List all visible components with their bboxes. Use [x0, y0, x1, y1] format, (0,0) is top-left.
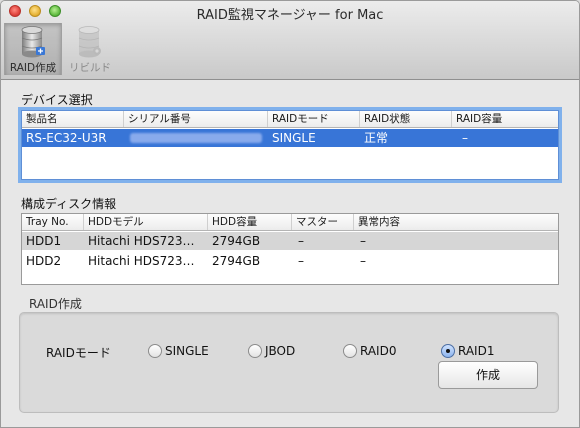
radio-single-label: SINGLE	[165, 344, 209, 358]
disk-section-title: 構成ディスク情報	[21, 197, 117, 211]
disk-capacity: 2794GB	[212, 254, 261, 268]
disk-model: Hitachi HDS723…	[88, 234, 195, 248]
disk-error: –	[360, 234, 366, 248]
disk-row[interactable]: HDD1 Hitachi HDS723… 2794GB – –	[22, 232, 558, 250]
device-status: 正常	[364, 131, 389, 145]
radio-jbod-label: JBOD	[265, 344, 296, 358]
raid-create-tool-button[interactable]: RAID作成	[4, 23, 62, 75]
disk-tray: HDD2	[26, 254, 62, 268]
col-master[interactable]: マスター	[292, 214, 354, 230]
serial-redaction	[130, 133, 262, 143]
radio-single-indicator[interactable]	[148, 344, 162, 358]
disk-table-header: Tray No. HDDモデル HDD容量 マスター 異常内容	[22, 214, 558, 231]
col-product-name[interactable]: 製品名	[22, 111, 124, 127]
col-hdd-model[interactable]: HDDモデル	[84, 214, 208, 230]
radio-raid0[interactable]: RAID0	[343, 342, 396, 360]
radio-single[interactable]: SINGLE	[148, 342, 209, 360]
raid-create-group: RAIDモード SINGLE JBOD RAID0 RAID1 作成	[19, 312, 559, 413]
col-serial[interactable]: シリアル番号	[124, 111, 268, 127]
disk-rebuild-icon	[78, 26, 101, 58]
device-mode: SINGLE	[272, 131, 316, 145]
rebuild-tool-label: リビルド	[69, 62, 111, 74]
radio-jbod[interactable]: JBOD	[248, 342, 295, 360]
device-row[interactable]: RS-EC32-U3R SINGLE 正常 –	[22, 129, 558, 147]
device-section-title: デバイス選択	[21, 93, 93, 107]
disk-row[interactable]: HDD2 Hitachi HDS723… 2794GB – –	[22, 252, 558, 270]
disk-table[interactable]: Tray No. HDDモデル HDD容量 マスター 異常内容 HDD1 Hit…	[21, 213, 559, 285]
raid-mode-label: RAIDモード	[46, 346, 111, 360]
raid-create-tool-label: RAID作成	[9, 62, 57, 74]
col-tray-no[interactable]: Tray No.	[22, 214, 84, 230]
disk-master: –	[298, 234, 304, 248]
disk-capacity: 2794GB	[212, 234, 261, 248]
disk-tray: HDD1	[26, 234, 62, 248]
col-error[interactable]: 異常内容	[354, 214, 558, 230]
col-raid-status[interactable]: RAID状態	[360, 111, 452, 127]
device-table[interactable]: 製品名 シリアル番号 RAIDモード RAID状態 RAID容量 RS-EC32…	[21, 110, 559, 180]
titlebar: RAID監視マネージャー for Mac RAID作成 リビルド	[1, 1, 579, 80]
radio-raid0-label: RAID0	[360, 344, 397, 358]
radio-raid1[interactable]: RAID1	[441, 342, 494, 360]
col-raid-capacity[interactable]: RAID容量	[452, 111, 558, 127]
radio-raid1-label: RAID1	[458, 344, 495, 358]
radio-jbod-indicator[interactable]	[248, 344, 262, 358]
rebuild-tool-button[interactable]: リビルド	[62, 23, 118, 75]
radio-raid0-indicator[interactable]	[343, 344, 357, 358]
disk-error: –	[360, 254, 366, 268]
window-title: RAID監視マネージャー for Mac	[196, 8, 384, 23]
device-product: RS-EC32-U3R	[26, 131, 107, 145]
create-raid-button[interactable]: 作成	[438, 361, 538, 389]
disk-master: –	[298, 254, 304, 268]
col-hdd-capacity[interactable]: HDD容量	[208, 214, 292, 230]
device-table-header: 製品名 シリアル番号 RAIDモード RAID状態 RAID容量	[22, 111, 558, 128]
disk-model: Hitachi HDS723…	[88, 254, 195, 268]
device-capacity: –	[462, 131, 468, 145]
app-window: RAID監視マネージャー for Mac RAID作成 リビルド デバイス選択 …	[0, 0, 580, 428]
radio-raid1-indicator[interactable]	[441, 344, 455, 358]
disk-create-icon	[21, 26, 45, 58]
raid-create-section-title: RAID作成	[29, 297, 82, 311]
col-raid-mode[interactable]: RAIDモード	[268, 111, 360, 127]
